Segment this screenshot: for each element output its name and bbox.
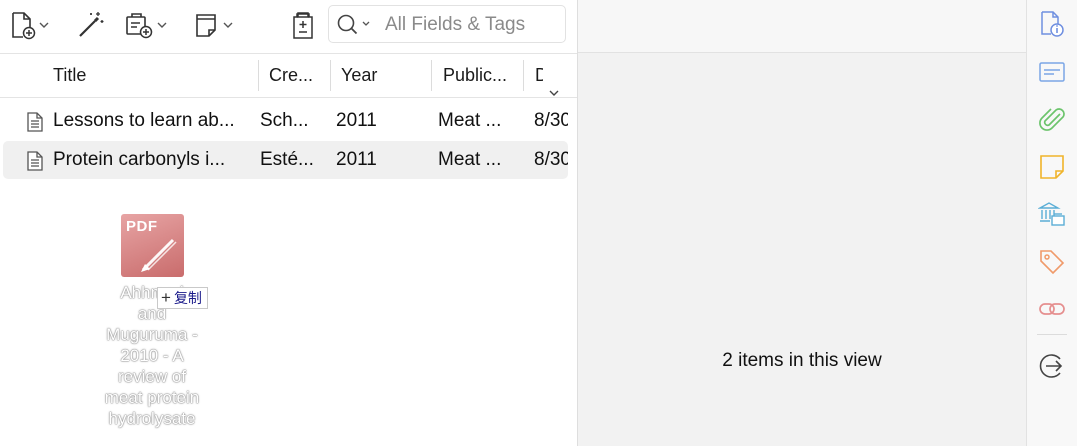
sidenav-attachments-button[interactable]	[1038, 106, 1066, 134]
column-header-creator[interactable]: Cre...	[269, 54, 327, 97]
locate-button[interactable]	[288, 8, 318, 42]
document-icon	[27, 112, 43, 137]
sidenav-tags-button[interactable]	[1038, 248, 1066, 276]
new-item-button[interactable]	[10, 8, 50, 42]
drag-ghost: PDF Ahhmed and Muguruma - 2010 - A revie…	[104, 212, 204, 446]
related-icon	[1038, 295, 1066, 323]
magic-wand-icon	[76, 10, 106, 40]
locate-icon	[288, 9, 318, 41]
column-header-year[interactable]: Year	[341, 54, 426, 97]
column-date-label: D	[535, 65, 543, 85]
cell-year: 2011	[336, 110, 377, 131]
cell-year: 2011	[336, 149, 377, 170]
search-icon[interactable]	[336, 14, 376, 41]
item-pane: 2 items in this view	[578, 0, 1026, 446]
column-divider[interactable]	[258, 60, 259, 91]
items-toolbar	[0, 0, 577, 52]
column-title-label: Title	[53, 65, 87, 85]
libraries-collections-icon	[1038, 200, 1066, 228]
chevron-down-icon	[38, 20, 50, 30]
copy-badge: + 复制	[157, 287, 208, 309]
table-row[interactable]: Lessons to learn ab... Sch... 2011 Meat …	[3, 102, 568, 140]
plus-icon: +	[161, 288, 171, 307]
notes-icon	[1038, 153, 1066, 181]
table-row[interactable]: Protein carbonyls i... Esté... 2011 Meat…	[3, 141, 568, 179]
cell-creator: Sch...	[260, 110, 309, 131]
new-item-icon	[10, 10, 36, 40]
item-pane-sidenav	[1026, 0, 1077, 446]
sidenav-abstract-button[interactable]	[1038, 58, 1066, 86]
new-note-button[interactable]	[194, 8, 234, 42]
column-picker-icon[interactable]	[548, 71, 560, 97]
collapse-icon	[1038, 352, 1066, 380]
column-header-row: Title Cre... Year Public... D	[0, 53, 577, 98]
search-box[interactable]	[328, 5, 566, 43]
item-pane-header	[578, 0, 1026, 53]
pdf-file-icon: PDF	[121, 214, 184, 277]
sidenav-related-button[interactable]	[1038, 295, 1066, 323]
sidenav-libraries-button[interactable]	[1038, 200, 1066, 228]
cell-publication: Meat ...	[438, 149, 502, 170]
cell-title: Lessons to learn ab...	[53, 110, 235, 131]
sidenav-notes-button[interactable]	[1038, 153, 1066, 181]
sidenav-collapse-button[interactable]	[1038, 352, 1066, 380]
column-header-publication[interactable]: Public...	[443, 54, 521, 97]
add-by-identifier-button[interactable]	[76, 8, 106, 42]
search-input[interactable]	[383, 10, 562, 40]
attachments-icon	[1038, 106, 1066, 134]
cell-publication: Meat ...	[438, 110, 502, 131]
new-note-icon	[194, 10, 220, 40]
column-creator-label: Cre...	[269, 65, 314, 85]
sidenav-info-button[interactable]	[1038, 10, 1066, 38]
cell-date: 8/30	[534, 110, 568, 131]
column-divider[interactable]	[330, 60, 331, 91]
column-header-title[interactable]: Title	[53, 54, 253, 97]
column-divider[interactable]	[523, 60, 524, 91]
cell-title: Protein carbonyls i...	[53, 149, 226, 170]
items-pane: Title Cre... Year Public... D Lessons to…	[0, 0, 577, 446]
column-publication-label: Public...	[443, 65, 508, 85]
add-attachment-icon	[124, 10, 154, 40]
column-year-label: Year	[341, 65, 378, 85]
cell-date: 8/30	[534, 149, 568, 170]
column-divider[interactable]	[431, 60, 432, 91]
sidenav-divider	[1037, 334, 1067, 335]
add-attachment-button[interactable]	[124, 8, 168, 42]
items-count-message: 2 items in this view	[722, 350, 882, 371]
chevron-down-icon	[222, 20, 234, 30]
tags-icon	[1038, 248, 1066, 276]
info-icon	[1038, 10, 1066, 38]
abstract-icon	[1038, 58, 1066, 86]
document-icon	[27, 151, 43, 176]
chevron-down-icon	[156, 20, 168, 30]
column-header-date[interactable]: D	[535, 54, 575, 97]
copy-label: 复制	[173, 290, 202, 306]
cell-creator: Esté...	[260, 149, 314, 170]
